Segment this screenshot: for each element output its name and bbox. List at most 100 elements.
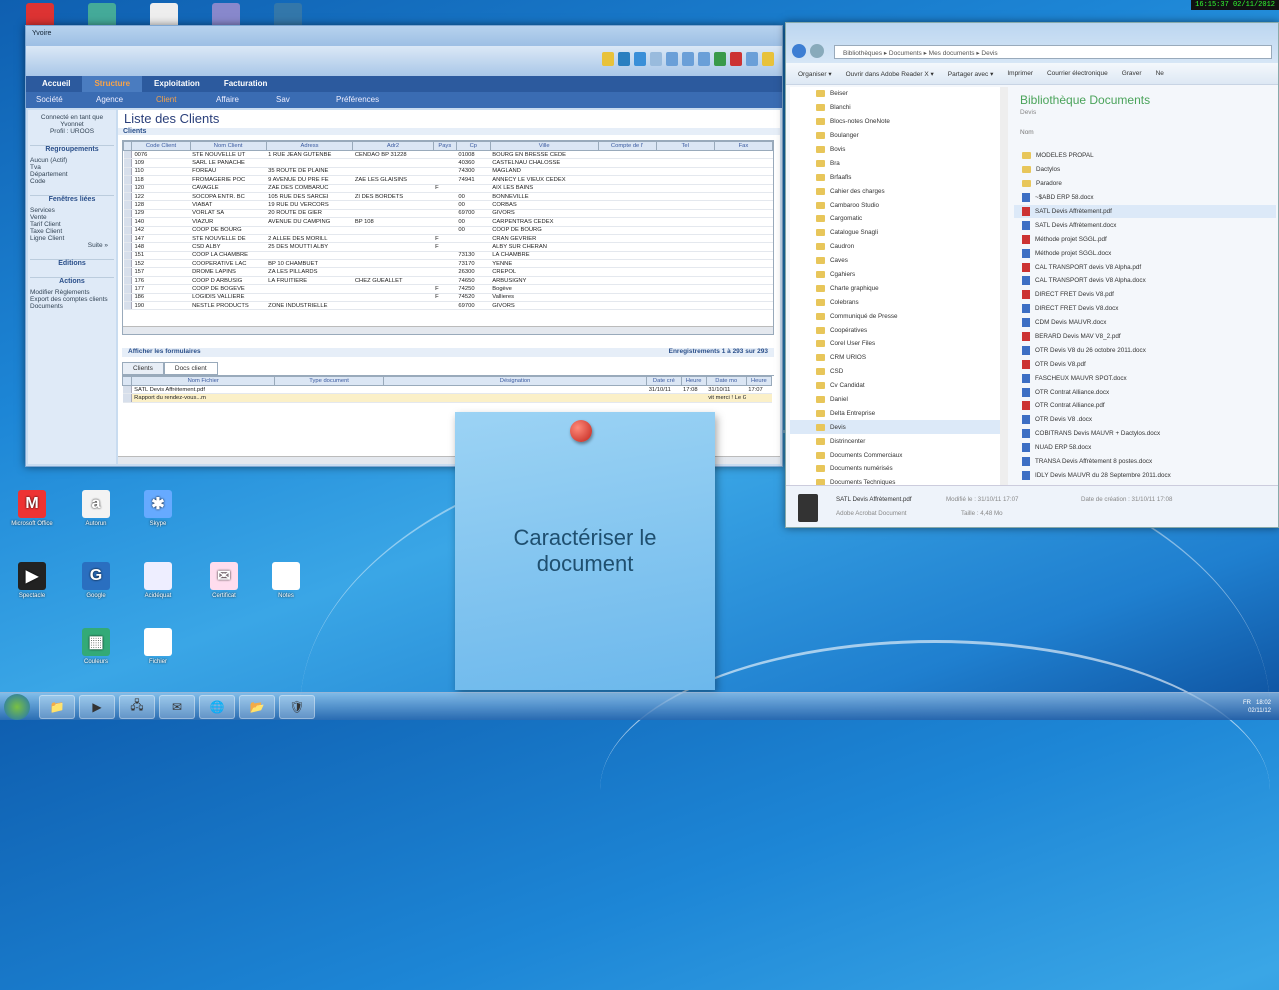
table-row[interactable]: 118 FROMAGERIE POC 9 AVENUE DU PRE FE ZAE L… xyxy=(123,175,773,185)
row-selector[interactable] xyxy=(123,167,133,177)
tray-language[interactable]: FR xyxy=(1243,700,1251,706)
lower-tab[interactable]: Clients xyxy=(122,362,164,375)
row-selector[interactable] xyxy=(123,284,133,294)
tree-item[interactable]: CRM URIOS xyxy=(790,351,1000,365)
tree-item[interactable]: Daniel xyxy=(790,393,1000,407)
row-selector[interactable] xyxy=(123,276,133,286)
tree-item[interactable]: Documents numérisés xyxy=(790,462,1000,476)
table-row[interactable]: 109 SARL LE PANACHE 40360 CASTELNAU CHALOSS… xyxy=(123,158,773,168)
tree-item[interactable]: Cv Candidat xyxy=(790,379,1000,393)
table-row[interactable]: 177 COOP DE BOGEVE F 74250 Bogève xyxy=(123,284,773,294)
tree-item[interactable]: Colebrans xyxy=(790,295,1000,309)
name-column-header[interactable]: Nom xyxy=(1020,129,1034,136)
table-row[interactable]: 120 CAVAGLE ZAE DES COMBARUC F AIX LES BAINS xyxy=(123,184,773,193)
file-item[interactable]: DIRECT FRET Devis V8.docx xyxy=(1014,302,1276,316)
linked-item[interactable]: Taxe Client xyxy=(30,228,114,235)
tree-item[interactable]: Boulanger xyxy=(790,129,1000,143)
tree-item[interactable]: Blocs-notes OneNote xyxy=(790,115,1000,129)
file-item[interactable]: SATL Devis Affrètement.pdf xyxy=(1014,204,1276,219)
table-row[interactable]: 140 VIAZUR AVENUE DU CAMPING BP 108 00 CARPEN… xyxy=(123,217,773,227)
desktop-icon[interactable]: ✉ Certificat xyxy=(194,562,254,599)
tree-item[interactable]: Catalogue Snagli xyxy=(790,226,1000,240)
row-selector[interactable] xyxy=(122,393,133,403)
row-selector[interactable] xyxy=(122,385,133,395)
subnav-item[interactable]: Affaire xyxy=(216,92,276,108)
column-header[interactable]: Date cré xyxy=(646,376,682,386)
tree-item[interactable]: Caudron xyxy=(790,240,1000,254)
file-item[interactable]: NUAD ERP 58.docx xyxy=(1014,441,1276,455)
column-header[interactable]: Désignation xyxy=(382,376,648,386)
file-item[interactable]: MODELES PROPAL xyxy=(1014,149,1276,163)
tree-item[interactable]: Coopératives xyxy=(790,323,1000,337)
tree-item[interactable]: Brfaafls xyxy=(790,170,1000,184)
lower-tab[interactable]: Docs client xyxy=(163,362,218,375)
column-header[interactable]: Pays xyxy=(432,141,457,151)
taskbar-app-button[interactable]: 🖧 xyxy=(119,694,155,719)
table-row[interactable]: 148 CSD ALBY 25 DES MOUTTI ALBY F ALBY SUR C… xyxy=(123,242,773,252)
taskbar-app-button[interactable]: ✉ xyxy=(159,694,195,719)
table-row[interactable]: 190 NESTLE PRODUCTS ZONE INDUSTRIELLE 69700… xyxy=(123,301,773,311)
table-row[interactable]: 152 COOPERATIVE LAC BP 10 CHAMBUET 73170 YEN… xyxy=(123,259,773,269)
tree-item[interactable]: Communiqué de Presse xyxy=(790,309,1000,323)
actions-item[interactable]: Export des comptes clients xyxy=(30,296,114,303)
row-selector[interactable] xyxy=(123,234,133,244)
groups-item[interactable]: Département xyxy=(30,171,114,178)
desktop-icon[interactable]: G Google xyxy=(66,562,126,599)
file-item[interactable]: ~$ABD ERP 58.docx xyxy=(1014,191,1276,205)
table-row[interactable]: 176 COOP D ARBUSIG LA FRUITIERE CHEZ GUEALL… xyxy=(123,276,773,286)
subnav-item[interactable]: Agence xyxy=(96,92,156,108)
tree-item[interactable]: Distrincenter xyxy=(790,434,1000,448)
tree-item[interactable]: Cargomatic xyxy=(790,212,1000,226)
app-titlebar[interactable]: Yvoire xyxy=(26,26,782,46)
document-row[interactable]: Rapport du rendez-vous...m vit merci ! Le… xyxy=(122,393,772,403)
file-item[interactable]: Dactylos xyxy=(1014,163,1276,177)
linked-item[interactable]: Vente xyxy=(30,214,114,221)
desktop-icon[interactable]: ✱ Skype xyxy=(128,490,188,527)
tree-item[interactable]: Bovis xyxy=(790,143,1000,157)
column-header[interactable]: Heure xyxy=(745,376,773,386)
taskbar-app-button[interactable]: 📂 xyxy=(239,694,275,719)
desktop-icon[interactable]: ▦ Couleurs xyxy=(66,628,126,665)
row-selector[interactable] xyxy=(123,301,133,311)
tree-item[interactable]: Cambaroo Studio xyxy=(790,198,1000,212)
file-item[interactable]: Méthode projet SGGL.pdf xyxy=(1014,232,1276,246)
table-row[interactable]: 129 VORLAT SA 20 ROUTE DE GIER 69700 GIVORS xyxy=(123,209,773,219)
file-item[interactable]: CDM Devis MAUVR.docx xyxy=(1014,316,1276,330)
menu-tab[interactable]: Accueil xyxy=(30,76,82,92)
document-row[interactable]: SATL Devis Affrètement.pdf 31/10/11 17:08 3… xyxy=(122,385,772,395)
column-header[interactable]: Tel xyxy=(655,141,715,151)
toolbar-button[interactable]: Ouvrir dans Adobe Reader X ▾ xyxy=(846,70,934,78)
file-item[interactable]: CAL TRANSPORT devis V8 Alpha.pdf xyxy=(1014,260,1276,274)
linked-item[interactable]: Ligne Client xyxy=(30,235,114,242)
menu-tab[interactable]: Facturation xyxy=(212,76,280,92)
breadcrumb-item[interactable]: Bibliothèques xyxy=(843,50,882,57)
menu-tab[interactable]: Structure xyxy=(82,76,143,92)
row-selector[interactable] xyxy=(123,267,133,277)
column-header[interactable]: Cp xyxy=(455,141,491,151)
excel-icon[interactable] xyxy=(714,52,726,66)
back-icon[interactable] xyxy=(792,44,806,58)
file-item[interactable]: OTR Contrat Alliance.docx xyxy=(1014,385,1276,399)
tree-item[interactable]: Charte graphique xyxy=(790,281,1000,295)
file-item[interactable]: OTR Devis V8.pdf xyxy=(1014,357,1276,371)
tree-item[interactable]: Documents Commerciaux xyxy=(790,448,1000,462)
table-row[interactable]: 0076 STE NOUVELLE UT 1 RUE JEAN GUTENBE CEN… xyxy=(123,150,773,160)
row-selector[interactable] xyxy=(123,209,133,219)
row-selector[interactable] xyxy=(123,150,133,160)
taskbar-app-button[interactable]: ▶ xyxy=(79,694,115,719)
system-tray[interactable]: FR 18:02 02/11/12 xyxy=(1243,699,1271,715)
row-selector[interactable] xyxy=(123,251,133,261)
column-header[interactable]: Ville xyxy=(489,141,599,151)
toolbar-button[interactable]: Organiser ▾ xyxy=(798,70,832,78)
file-item[interactable]: Paradore xyxy=(1014,177,1276,191)
tree-item[interactable]: Delta Entreprise xyxy=(790,406,1000,420)
subnav-item[interactable]: Préférences xyxy=(336,92,396,108)
toolbar-button[interactable]: Graver xyxy=(1122,70,1142,77)
toolbar-button[interactable]: Imprimer xyxy=(1007,70,1033,77)
table-row[interactable]: 122 SOCOPA ENTR. BC 105 RUE DES SARCEI ZI D… xyxy=(123,192,773,202)
column-header[interactable]: Nom Fichier xyxy=(131,376,276,386)
table-row[interactable]: 128 VIABAT 19 RUE DU VERCORS 00 CORBAS xyxy=(123,200,773,210)
column-header[interactable]: Code Client xyxy=(131,141,191,151)
tree-item[interactable]: Caves xyxy=(790,254,1000,268)
desktop-icon[interactable]: Acidéquat xyxy=(128,562,188,599)
